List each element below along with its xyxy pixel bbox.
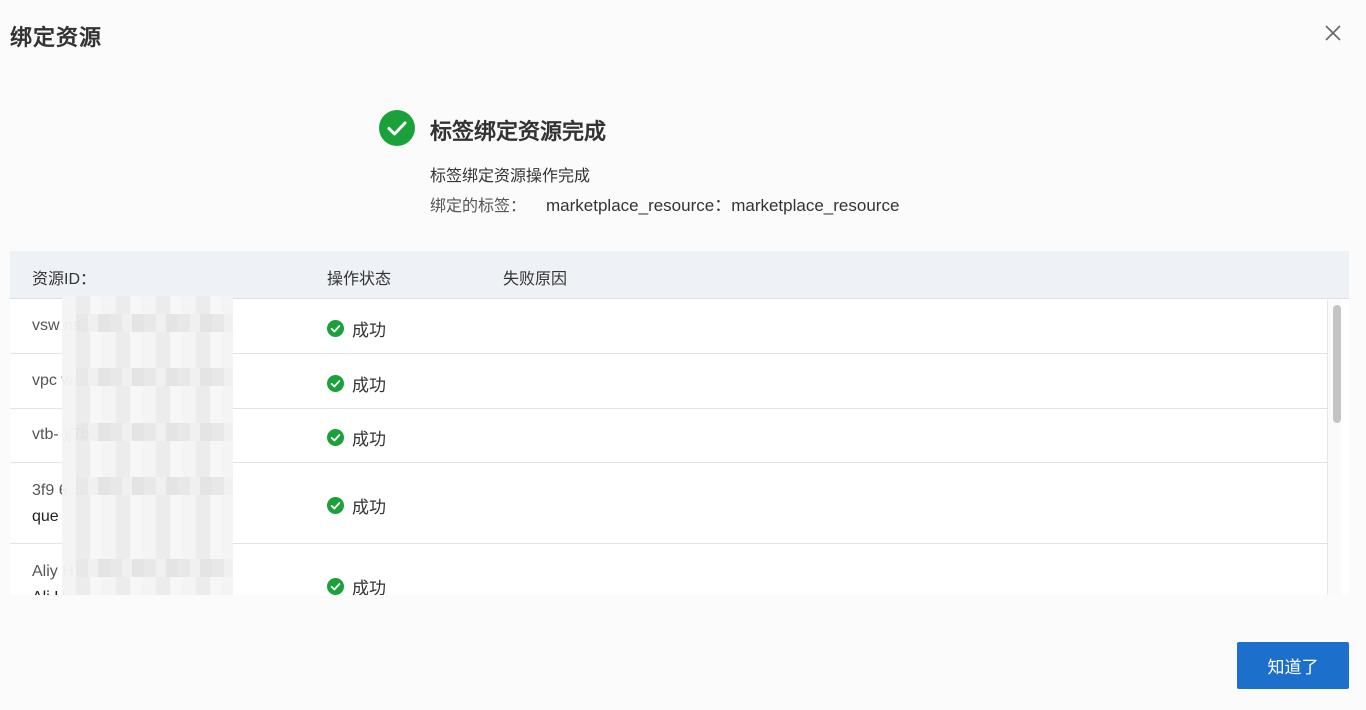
redacted-id	[76, 559, 233, 577]
success-check-icon	[327, 320, 344, 337]
status-cell: 成功	[327, 493, 386, 518]
redaction-mask	[62, 296, 233, 595]
success-check-icon	[327, 497, 344, 514]
table-header: 资源ID： 操作状态 失败原因	[10, 251, 1349, 299]
bind-resource-dialog: 绑定资源 标签绑定资源完成 标签绑定资源操作完成 绑定的标签： marketpla…	[0, 0, 1366, 710]
bound-tags: 绑定的标签： marketplace_resource：marketplace_r…	[430, 191, 899, 216]
close-icon[interactable]	[1322, 22, 1344, 44]
redacted-id	[76, 368, 233, 386]
redacted-id	[76, 423, 233, 441]
status-cell: 成功	[327, 371, 386, 396]
column-header-status: 操作状态	[327, 271, 392, 288]
status-text: 成功	[352, 430, 386, 449]
result-subtitle: 标签绑定资源操作完成	[430, 168, 591, 185]
redacted-id	[76, 314, 233, 332]
column-header-failure-reason: 失败原因	[503, 271, 568, 288]
column-header-resource-id: 资源ID：	[32, 271, 97, 288]
status-cell: 成功	[327, 574, 386, 595]
status-text: 成功	[352, 498, 386, 517]
redacted-id	[76, 477, 233, 495]
check-circle-icon	[379, 110, 415, 146]
success-check-icon	[327, 429, 344, 446]
status-text: 成功	[352, 376, 386, 395]
status-text: 成功	[352, 579, 386, 595]
status-cell: 成功	[327, 425, 386, 450]
confirm-button[interactable]: 知道了	[1237, 642, 1349, 689]
success-check-icon	[327, 375, 344, 392]
scrollbar-thumb[interactable]	[1333, 305, 1341, 423]
bound-tags-value: marketplace_resource：marketplace_resourc…	[546, 196, 900, 215]
status-cell: 成功	[327, 316, 386, 341]
status-text: 成功	[352, 321, 386, 340]
bound-tags-label: 绑定的标签：	[430, 198, 527, 215]
result-title: 标签绑定资源完成	[430, 119, 607, 144]
dialog-title: 绑定资源	[10, 25, 103, 50]
success-check-icon	[327, 578, 344, 595]
